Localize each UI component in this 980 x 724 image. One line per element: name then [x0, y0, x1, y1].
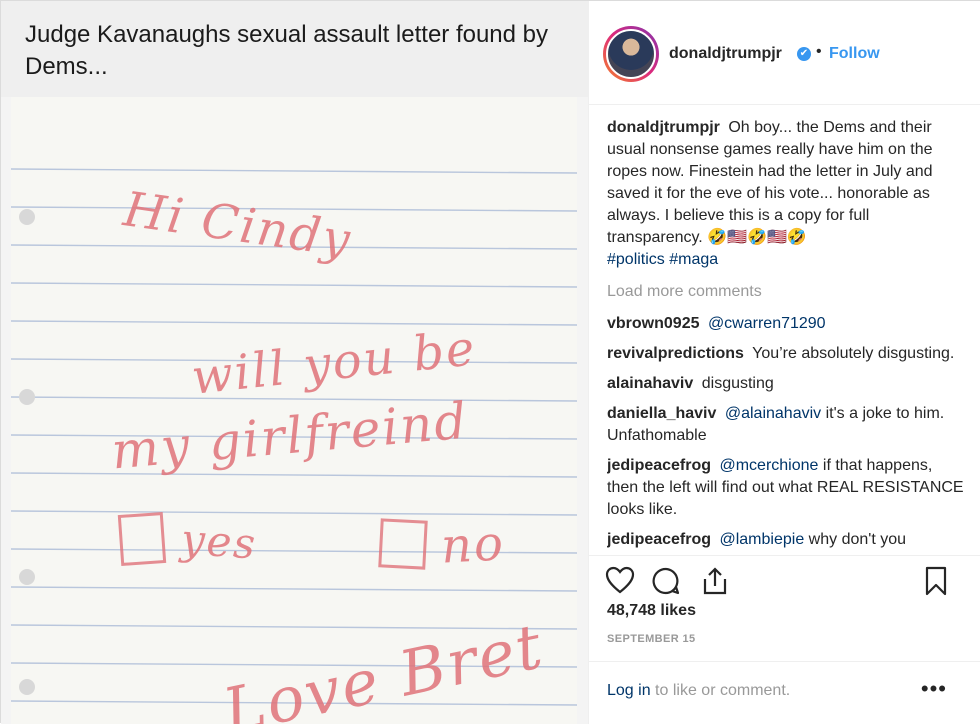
comment-username[interactable]: revivalpredictions	[607, 345, 744, 362]
note-no: no	[439, 515, 507, 575]
post-image[interactable]: Judge Kavanaughs sexual assault letter f…	[1, 1, 589, 724]
comment-item: alainahaviv disgusting	[607, 373, 967, 395]
comment-username[interactable]: alainahaviv	[607, 375, 693, 392]
comment-text: why don't you	[808, 531, 907, 548]
note-yes: yes	[179, 514, 259, 569]
comment-text: You’re absolutely disgusting.	[752, 345, 955, 362]
avatar[interactable]	[606, 29, 656, 79]
comment-item: jedipeacefrog @mcerchione if that happen…	[607, 455, 967, 521]
login-link[interactable]: Log in	[607, 682, 651, 699]
login-prompt: Log in to like or comment.	[607, 682, 790, 700]
comment-username[interactable]: jedipeacefrog	[607, 531, 711, 548]
post-date: SEPTEMBER 15	[607, 633, 696, 645]
post-side-panel: donaldjtrumpjr ✔ • Follow donaldjtrumpjr…	[589, 1, 980, 724]
share-icon[interactable]	[701, 566, 729, 601]
caption-username[interactable]: donaldjtrumpjr	[607, 119, 720, 136]
comment-mention[interactable]: @alainahaviv	[725, 405, 821, 422]
comment-username[interactable]: vbrown0925	[607, 315, 699, 332]
comment-username[interactable]: jedipeacefrog	[607, 457, 711, 474]
comment-item: vbrown0925 @cwarren71290	[607, 313, 967, 335]
separator-dot: •	[816, 43, 822, 60]
story-ring[interactable]	[603, 26, 659, 82]
heart-icon[interactable]	[605, 566, 635, 599]
comment-mention[interactable]: @lambiepie	[719, 531, 804, 548]
comment-mention[interactable]: @cwarren71290	[708, 315, 826, 332]
follow-button[interactable]: Follow	[829, 45, 880, 63]
comment-icon[interactable]	[651, 566, 681, 601]
verified-badge-icon: ✔	[797, 47, 811, 61]
header-username[interactable]: donaldjtrumpjr	[669, 45, 782, 63]
post-caption: donaldjtrumpjr Oh boy... the Dems and th…	[607, 117, 967, 271]
likes-count[interactable]: 48,748 likes	[607, 602, 696, 620]
comment-item: jedipeacefrog @lambiepie why don't you	[607, 529, 967, 551]
comment-mention[interactable]: @mcerchione	[719, 457, 818, 474]
notebook-paper: Hi Cindy will you be my girlfreind yes n…	[11, 97, 577, 724]
comment-item: daniella_haviv @alainahaviv it's a joke …	[607, 403, 967, 447]
bookmark-icon[interactable]	[924, 566, 948, 601]
comment-text: disgusting	[701, 375, 774, 392]
comment-username[interactable]: daniella_haviv	[607, 405, 716, 422]
image-caption-bar: Judge Kavanaughs sexual assault letter f…	[1, 1, 588, 97]
load-more-comments-button[interactable]: Load more comments	[607, 281, 967, 303]
image-caption-text: Judge Kavanaughs sexual assault letter f…	[25, 21, 549, 80]
instagram-post-frame: Judge Kavanaughs sexual assault letter f…	[0, 0, 980, 724]
caption-text: Oh boy... the Dems and their usual nonse…	[607, 119, 933, 246]
comment-item: revivalpredictions You’re absolutely dis…	[607, 343, 967, 365]
more-options-icon[interactable]: •••	[921, 676, 947, 702]
action-bar	[589, 555, 980, 596]
comments-list[interactable]: donaldjtrumpjr Oh boy... the Dems and th…	[607, 117, 967, 551]
post-footer: Log in to like or comment. •••	[589, 661, 980, 724]
post-header: donaldjtrumpjr ✔ • Follow	[589, 1, 980, 105]
login-prompt-text: to like or comment.	[655, 682, 791, 699]
caption-hashtags[interactable]: #politics #maga	[607, 251, 718, 268]
